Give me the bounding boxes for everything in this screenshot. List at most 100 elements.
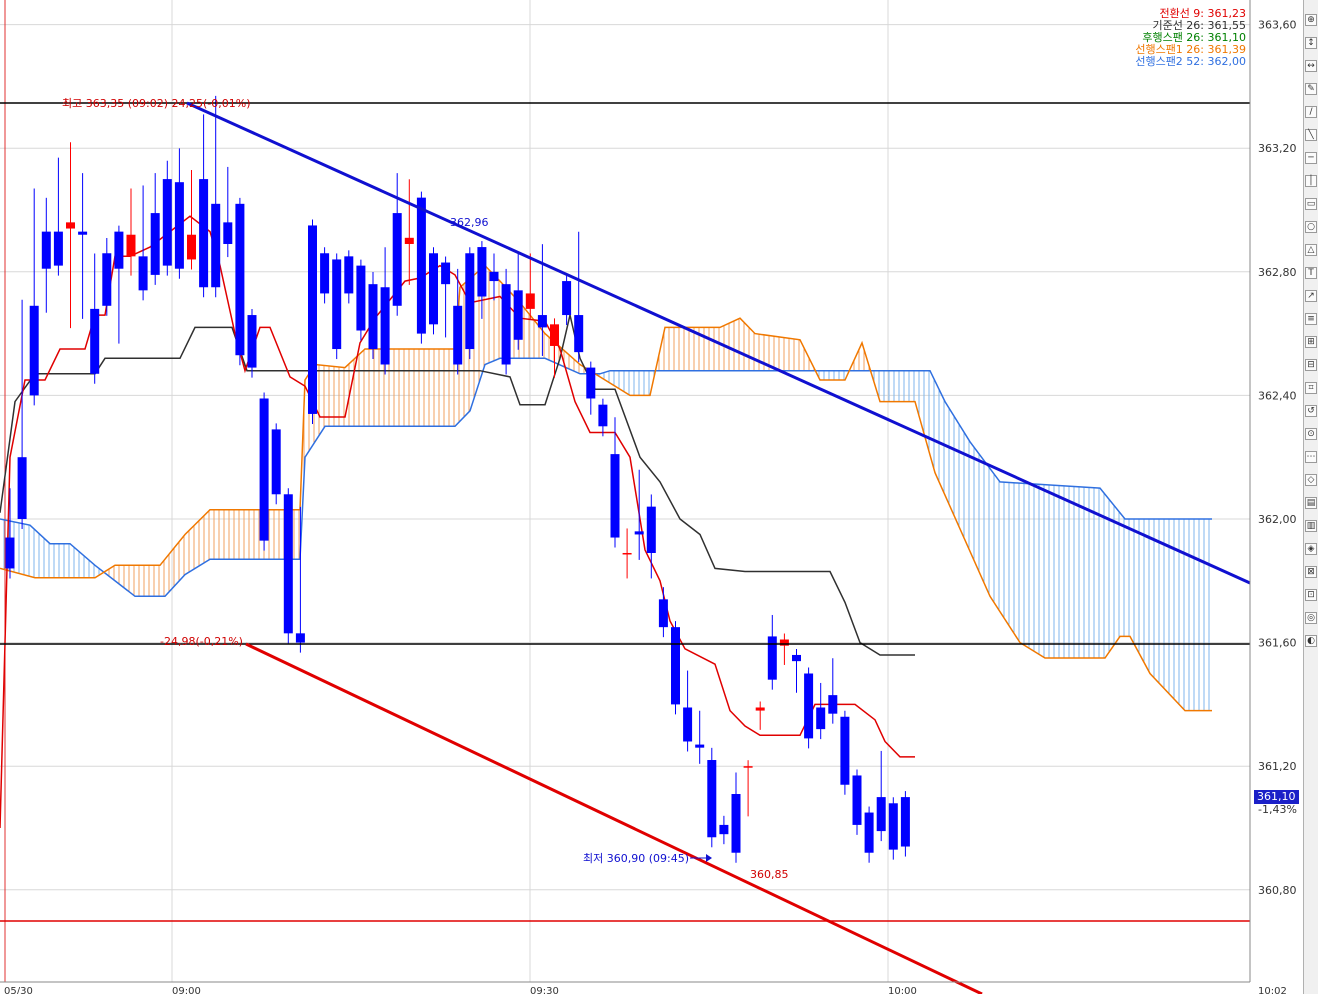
toolbar-button[interactable]: ↔ (1305, 60, 1317, 72)
candles (5, 95, 910, 863)
toolbar-button[interactable]: / (1305, 106, 1317, 118)
candle-body (695, 744, 705, 748)
candle-body (622, 552, 632, 555)
toolbar-button[interactable]: ✎ (1305, 83, 1317, 95)
candle-body (392, 213, 402, 306)
toolbar-button[interactable]: │ (1305, 175, 1317, 187)
candle-body (308, 225, 317, 414)
toolbar-button[interactable]: ◈ (1305, 543, 1317, 555)
candle-body (489, 271, 499, 282)
toolbar-button[interactable]: ▤ (1305, 497, 1317, 509)
toolbar-button[interactable]: ◎ (1305, 612, 1317, 624)
toolbar-button[interactable]: ─ (1305, 152, 1317, 164)
x-tick-label: 09:00 (172, 986, 201, 994)
candle-body (779, 639, 789, 646)
candle-body (743, 766, 753, 768)
high-annotation: 최고 363,35 (09:02) 24,25(-0,01%) (62, 97, 251, 110)
toolbar-button[interactable]: ⌗ (1305, 382, 1317, 394)
candle-body (767, 636, 777, 680)
candle-body (900, 797, 910, 847)
toolbar-button[interactable]: ⊟ (1305, 359, 1317, 371)
toolbar-button[interactable]: ↗ (1305, 290, 1317, 302)
toolbar-button[interactable]: ↺ (1305, 405, 1317, 417)
candle-body (610, 454, 620, 538)
low-annotation: 최저 360,90 (09:45) (583, 852, 689, 865)
toolbar-button[interactable]: ⊞ (1305, 336, 1317, 348)
lower-trend-value: 360,85 (750, 868, 789, 881)
toolbar-button[interactable]: △ (1305, 244, 1317, 256)
candle-body (356, 265, 366, 331)
descending-trend-line-upper (186, 101, 1251, 585)
axes: 360,80 361,20 361,60 362,00 362,40 362,80 363,… (0, 0, 1297, 994)
candle-body (562, 281, 572, 316)
candle-body (864, 812, 874, 853)
candle-body (332, 259, 342, 350)
toolbar-button[interactable]: ⊙ (1305, 428, 1317, 440)
candle-body (876, 797, 886, 832)
toolbar-button[interactable]: ⊠ (1305, 566, 1317, 578)
candle-body (634, 531, 644, 535)
toolbar-button[interactable]: T (1305, 267, 1317, 279)
candle-body (465, 253, 475, 350)
candle-body (755, 707, 765, 711)
candle-body (320, 253, 330, 294)
candle-body (537, 315, 547, 328)
candle-body (162, 179, 172, 266)
candle-body (477, 247, 487, 297)
candle-body (646, 506, 656, 553)
candle-body (525, 293, 535, 309)
candle-body (888, 803, 898, 850)
indicator-lines (0, 215, 1212, 829)
last-change-label: -1,43% (1258, 803, 1297, 816)
indicator-legend: 전환선 9: 361,23 기준선 26: 361,55 후행스팬 26: 361,… (1135, 8, 1246, 68)
candle-body (380, 287, 390, 365)
low-percent-annotation: -24,98(-0,21%) (160, 635, 243, 648)
candle-body (852, 775, 862, 825)
candle-body (429, 253, 438, 325)
candle-body (441, 262, 451, 285)
leading-span-2-line (0, 357, 1212, 598)
candle-body (187, 234, 196, 260)
ichimoku-candlestick-chart[interactable]: 360,80 361,20 361,60 362,00 362,40 362,80 363,… (0, 0, 1318, 994)
candle-body (247, 315, 257, 368)
candle-body (416, 197, 426, 334)
toolbar-button[interactable]: ⊕ (1305, 14, 1317, 26)
toolbar-button[interactable]: ⊡ (1305, 589, 1317, 601)
y-tick-label: 363,20 (1258, 142, 1297, 155)
candle-body (29, 305, 39, 396)
candle-body (211, 203, 221, 288)
drawing-toolbar: ⊕ ↕ ↔ ✎ / ╲ ─ │ ▭ ○ △ T ↗ ≡ ⊞ ⊟ ⌗ ↺ ⊙ ⋯ ◇ ▤ ▥ ◈ ⊠ ⊡ ◎ ◐ (1303, 0, 1318, 994)
toolbar-button[interactable]: ▭ (1305, 198, 1317, 210)
y-tick-label: 360,80 (1258, 884, 1297, 897)
candle-body (513, 290, 523, 340)
toolbar-button[interactable]: ╲ (1305, 129, 1317, 141)
candle-body (598, 404, 608, 427)
toolbar-button[interactable]: ↕ (1305, 37, 1317, 49)
candle-body (126, 234, 136, 257)
upper-trend-value: 362,96 (450, 216, 489, 229)
x-tick-label: 10:00 (888, 986, 917, 994)
candle-body (199, 179, 209, 288)
toolbar-button[interactable]: ⋯ (1305, 451, 1317, 463)
candle-body (368, 284, 378, 350)
candle-body (404, 237, 414, 244)
candle-body (41, 231, 51, 269)
candle-body (501, 284, 511, 365)
y-tick-label: 362,80 (1258, 266, 1297, 279)
candle-body (114, 231, 124, 269)
toolbar-button[interactable]: ▥ (1305, 520, 1317, 532)
candle-body (271, 429, 281, 495)
candle-body (828, 695, 838, 714)
candle-body (731, 794, 741, 853)
candle-body (658, 599, 668, 628)
toolbar-button[interactable]: ≡ (1305, 313, 1317, 325)
toolbar-button[interactable]: ◐ (1305, 635, 1317, 647)
toolbar-button[interactable]: ◇ (1305, 474, 1317, 486)
low-arrow-head (706, 854, 712, 862)
candle-body (586, 367, 596, 399)
toolbar-button[interactable]: ○ (1305, 221, 1317, 233)
candle-body (138, 256, 148, 291)
candle-body (792, 654, 801, 662)
x-tick-label: 09:30 (530, 986, 559, 994)
candle-body (223, 222, 233, 244)
